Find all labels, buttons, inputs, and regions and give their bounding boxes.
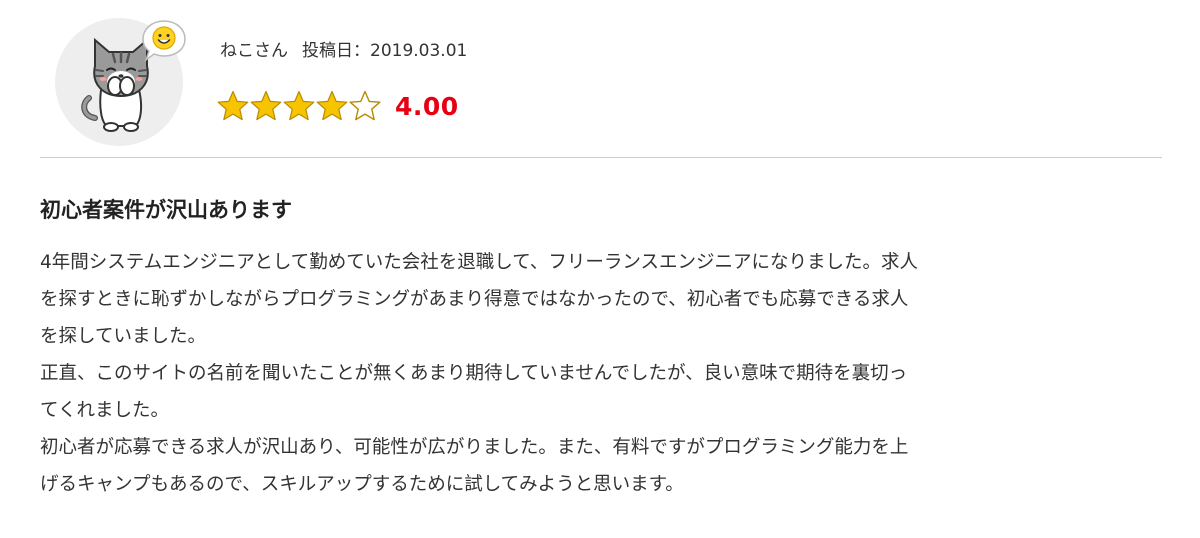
review-card: ねこさん 投稿日：2019.03.01 4.00 初心者案件が沢山あります 4年間…: [0, 0, 1200, 538]
post-date-label: 投稿日：: [302, 41, 370, 61]
review-body-line: げるキャンプもあるので、スキルアップするために試してみようと思います。: [40, 474, 684, 495]
review-body-line: を探すときに恥ずかしながらプログラミングがあまり得意ではなかったので、初心者でも…: [40, 289, 909, 310]
post-date: 2019.03.01: [370, 41, 468, 61]
star-rating: [216, 89, 381, 123]
rating-score: 4.00: [395, 91, 459, 121]
star-filled-icon: [316, 90, 348, 121]
review-body-line: 初心者が応募できる求人が沢山あり、可能性が広がりました。また、有料ですがプログラ…: [40, 437, 909, 458]
star-filled-icon: [250, 90, 282, 121]
reviewer-name: ねこさん: [220, 41, 288, 61]
review-title: 初心者案件が沢山あります: [40, 198, 292, 222]
star-filled-icon: [283, 90, 315, 121]
review-body-line: てくれました。: [40, 400, 169, 421]
divider: [40, 157, 1162, 158]
review-body-line: 4年間システムエンジニアとして勤めていた会社を退職して、フリーランスエンジニアに…: [40, 252, 918, 273]
review-body-line: を探していました。: [40, 326, 206, 347]
star-filled-icon: [217, 90, 249, 121]
smiley-bubble-icon: [142, 20, 186, 63]
review-meta: ねこさん 投稿日：2019.03.01: [220, 36, 467, 61]
review-body: 4年間システムエンジニアとして勤めていた会社を退職して、フリーランスエンジニアに…: [40, 244, 1165, 503]
rating: 4.00: [216, 88, 459, 124]
review-body-line: 正直、このサイトの名前を聞いたことが無くあまり期待していませんでしたが、良い意味…: [40, 363, 908, 384]
star-empty-icon: [349, 90, 381, 121]
